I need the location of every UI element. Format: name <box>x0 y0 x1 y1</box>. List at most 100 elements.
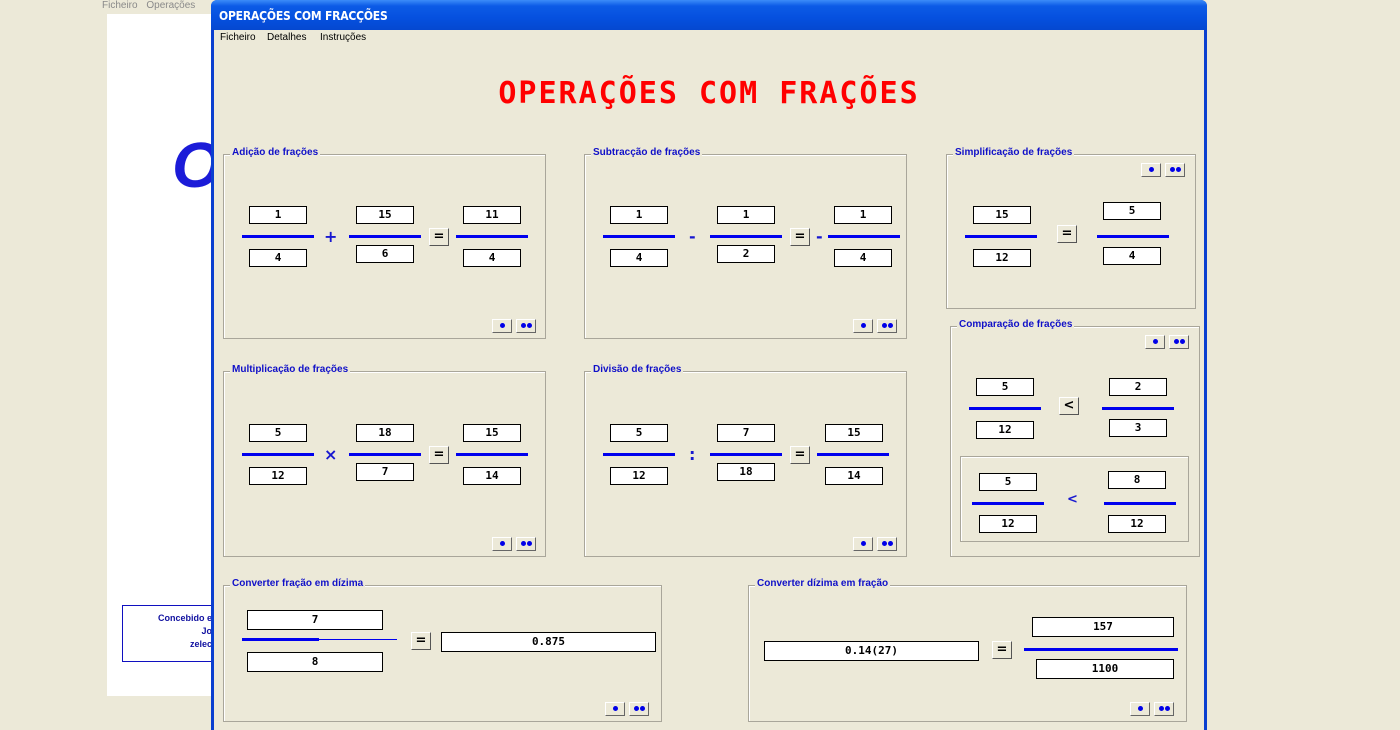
simplification-result-denominator: 4 <box>1103 247 1161 265</box>
fraction-bar <box>710 235 782 238</box>
subtraction-b-numerator[interactable]: 1 <box>717 206 775 224</box>
dot-icon <box>527 323 532 328</box>
multiplication-b-denominator[interactable]: 7 <box>356 463 414 481</box>
double-dot-button[interactable] <box>877 537 897 551</box>
double-dot-button[interactable] <box>1154 702 1174 716</box>
fraction-bar <box>349 453 421 456</box>
subtraction-b-denominator[interactable]: 2 <box>717 245 775 263</box>
dot-icon <box>1176 167 1181 172</box>
to-decimal-equals-button[interactable]: = <box>411 632 431 650</box>
multiplication-result-numerator: 15 <box>463 424 521 442</box>
single-dot-button[interactable] <box>853 319 873 333</box>
simplification-group: Simplificação de frações 15 12 = 5 4 <box>946 147 1196 309</box>
single-dot-button[interactable] <box>605 702 625 716</box>
to-fraction-decimal-input[interactable]: 0.14(27) <box>764 641 979 661</box>
menu-detalhes[interactable]: Detalhes <box>267 32 306 43</box>
operator-times: × <box>324 445 338 464</box>
simplification-denominator[interactable]: 12 <box>973 249 1031 267</box>
to-decimal-numerator[interactable]: 7 <box>247 610 383 630</box>
division-b-numerator[interactable]: 7 <box>717 424 775 442</box>
to-fraction-result-denominator: 1100 <box>1036 659 1174 679</box>
subtraction-label: Subtracção de frações <box>591 147 703 158</box>
division-a-denominator[interactable]: 12 <box>610 467 668 485</box>
double-dot-button[interactable] <box>1165 163 1185 177</box>
fraction-bar <box>1102 407 1174 410</box>
comparison-b-numerator[interactable]: 2 <box>1109 378 1167 396</box>
background-panel <box>107 14 215 696</box>
fraction-bar <box>817 453 889 456</box>
multiplication-a-denominator[interactable]: 12 <box>249 467 307 485</box>
subtraction-result-numerator: 1 <box>834 206 892 224</box>
addition-a-numerator[interactable]: 1 <box>249 206 307 224</box>
addition-a-denominator[interactable]: 4 <box>249 249 307 267</box>
menu-ficheiro[interactable]: Ficheiro <box>220 32 256 43</box>
addition-result-denominator: 4 <box>463 249 521 267</box>
dot-icon <box>882 323 887 328</box>
simplification-numerator[interactable]: 15 <box>973 206 1031 224</box>
single-dot-button[interactable] <box>1145 335 1165 349</box>
window-client-area: Ficheiro Detalhes Instruções OPERAÇÕES C… <box>214 30 1204 730</box>
dot-icon <box>1165 706 1170 711</box>
single-dot-button[interactable] <box>1141 163 1161 177</box>
single-dot-button[interactable] <box>492 537 512 551</box>
comparison-b-denominator[interactable]: 3 <box>1109 419 1167 437</box>
dot-icon <box>634 706 639 711</box>
fraction-bar <box>603 453 675 456</box>
addition-b-numerator[interactable]: 15 <box>356 206 414 224</box>
subtraction-equals-button[interactable]: = <box>790 228 810 246</box>
dot-icon <box>1180 339 1185 344</box>
single-dot-button[interactable] <box>492 319 512 333</box>
addition-equals-button[interactable]: = <box>429 228 449 246</box>
background-credit-line: zelec <box>189 639 212 649</box>
fraction-bar <box>603 235 675 238</box>
comparison-equivalent-box: 5 12 < 8 12 <box>960 456 1189 542</box>
comparison-compare-button[interactable]: < <box>1059 397 1079 415</box>
dot-icon <box>1149 167 1154 172</box>
double-dot-button[interactable] <box>877 319 897 333</box>
comparison-a-denominator[interactable]: 12 <box>976 421 1034 439</box>
menu-bar: Ficheiro Detalhes Instruções <box>214 30 1204 46</box>
division-a-numerator[interactable]: 5 <box>610 424 668 442</box>
single-dot-button[interactable] <box>1130 702 1150 716</box>
dot-icon <box>613 706 618 711</box>
addition-group: Adição de frações 1 4 + 15 6 = 11 4 <box>223 147 546 339</box>
operator-minus: - <box>689 227 696 246</box>
division-equals-button[interactable]: = <box>790 446 810 464</box>
operator-plus: + <box>324 227 338 246</box>
fraction-bar <box>242 638 319 641</box>
to-fraction-equals-button[interactable]: = <box>992 641 1012 659</box>
background-menubar: Ficheiro Operações <box>102 0 201 11</box>
division-b-denominator[interactable]: 18 <box>717 463 775 481</box>
dot-icon <box>1153 339 1158 344</box>
to-fraction-group: Converter dízima em fração 0.14(27) = 15… <box>748 578 1187 722</box>
fraction-bar <box>1024 648 1178 651</box>
double-dot-button[interactable] <box>1169 335 1189 349</box>
subtraction-a-numerator[interactable]: 1 <box>610 206 668 224</box>
multiplication-b-numerator[interactable]: 18 <box>356 424 414 442</box>
background-menu-operacoes[interactable]: Operações <box>146 0 195 11</box>
fraction-bar <box>456 453 528 456</box>
multiplication-equals-button[interactable]: = <box>429 446 449 464</box>
comparison-c-numerator: 5 <box>979 473 1037 491</box>
dot-icon <box>861 541 866 546</box>
simplification-result-numerator: 5 <box>1103 202 1161 220</box>
multiplication-a-numerator[interactable]: 5 <box>249 424 307 442</box>
background-menu-ficheiro[interactable]: Ficheiro <box>102 0 138 11</box>
subtraction-result-denominator: 4 <box>834 249 892 267</box>
division-result-denominator: 14 <box>825 467 883 485</box>
to-decimal-denominator[interactable]: 8 <box>247 652 383 672</box>
subtraction-a-denominator[interactable]: 4 <box>610 249 668 267</box>
fraction-bar <box>710 453 782 456</box>
addition-b-denominator[interactable]: 6 <box>356 245 414 263</box>
double-dot-button[interactable] <box>516 537 536 551</box>
double-dot-button[interactable] <box>629 702 649 716</box>
simplification-equals-button[interactable]: = <box>1057 225 1077 243</box>
single-dot-button[interactable] <box>853 537 873 551</box>
title-bar[interactable]: OPERAÇÕES COM FRACÇÕES <box>211 0 1207 30</box>
dot-icon <box>500 541 505 546</box>
menu-instrucoes[interactable]: Instruções <box>320 32 366 43</box>
comparison-a-numerator[interactable]: 5 <box>976 378 1034 396</box>
background-credit-line: Concebido e <box>157 613 212 623</box>
double-dot-button[interactable] <box>516 319 536 333</box>
simplification-label: Simplificação de frações <box>953 147 1075 158</box>
